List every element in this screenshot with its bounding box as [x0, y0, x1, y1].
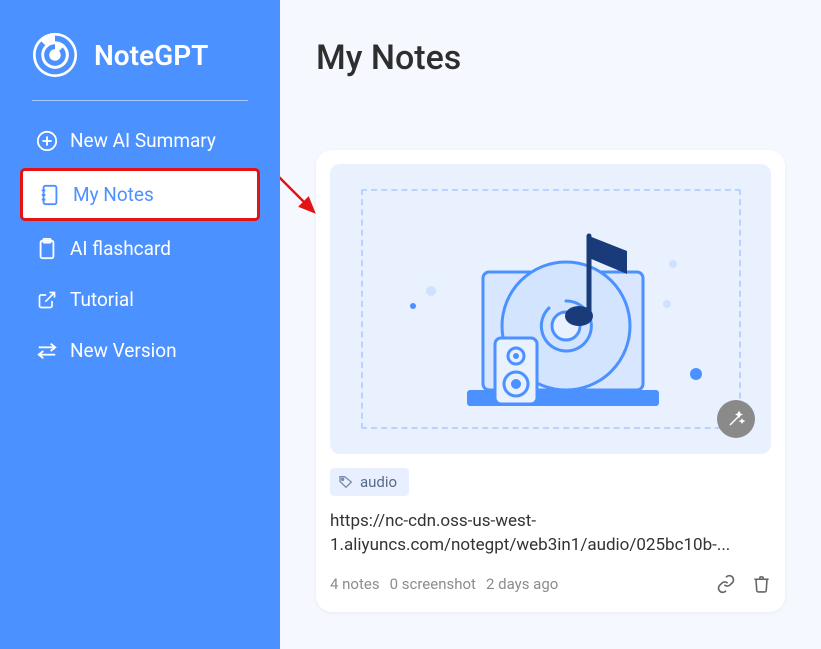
nav-flashcard[interactable]: AI flashcard	[20, 225, 260, 272]
page-title: My Notes	[316, 38, 785, 78]
brand-logo-icon	[32, 32, 78, 78]
tag-text: audio	[360, 473, 397, 491]
brand-name: NoteGPT	[94, 39, 208, 72]
brand-row: NoteGPT	[20, 32, 260, 78]
sidebar: NoteGPT New AI Summary My Notes	[0, 0, 280, 649]
tag-icon	[338, 474, 354, 490]
nav-my-notes[interactable]: My Notes	[20, 168, 260, 221]
meta-time: 2 days ago	[486, 575, 558, 593]
magic-wand-icon	[727, 410, 745, 428]
sidebar-divider	[32, 100, 248, 101]
note-icon	[39, 184, 61, 206]
nav-label: Tutorial	[70, 288, 134, 311]
note-title: https://nc-cdn.oss-us-west-1.aliyuncs.co…	[330, 510, 771, 558]
copy-link-button[interactable]	[716, 574, 736, 594]
nav-tutorial[interactable]: Tutorial	[20, 276, 260, 323]
external-link-icon	[36, 289, 58, 311]
clipboard-icon	[36, 238, 58, 260]
note-meta: 4 notes 0 screenshot 2 days ago	[330, 575, 558, 593]
meta-screenshot-count: 0 screenshot	[390, 575, 476, 593]
swap-icon	[36, 340, 58, 362]
magic-edit-button[interactable]	[717, 400, 755, 438]
nav-label: My Notes	[73, 183, 154, 206]
nav-label: New AI Summary	[70, 129, 216, 152]
trash-icon	[752, 574, 771, 594]
main-content: My Notes	[280, 0, 821, 649]
link-icon	[716, 574, 736, 594]
card-footer: 4 notes 0 screenshot 2 days ago	[330, 574, 771, 594]
delete-button[interactable]	[752, 574, 771, 594]
nav-label: AI flashcard	[70, 237, 171, 260]
nav-new-version[interactable]: New Version	[20, 327, 260, 374]
nav-new-summary[interactable]: New AI Summary	[20, 117, 260, 164]
note-thumbnail	[330, 164, 771, 454]
tag-chip[interactable]: audio	[330, 468, 409, 496]
note-card[interactable]: audio https://nc-cdn.oss-us-west-1.aliyu…	[316, 150, 785, 612]
meta-notes-count: 4 notes	[330, 575, 380, 593]
plus-circle-icon	[36, 130, 58, 152]
nav-label: New Version	[70, 339, 177, 362]
